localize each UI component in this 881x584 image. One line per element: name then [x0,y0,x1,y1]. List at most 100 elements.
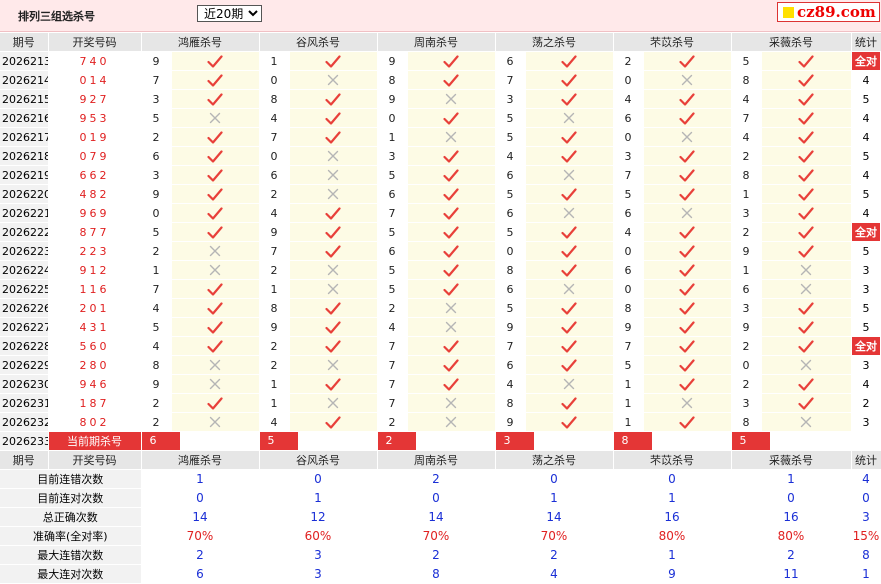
kill-number: 4 [495,146,526,166]
row-stat: 4 [851,108,881,128]
summary-value: 2 [731,545,852,565]
summary-value: 60% [259,526,378,546]
kill-number: 9 [141,51,172,71]
row-draw: 877 [48,222,142,242]
cross-icon [407,317,496,337]
check-icon [289,222,378,242]
cross-icon [171,355,260,375]
summary-value: 2 [377,469,496,489]
summary-value: 70% [141,526,260,546]
check-icon [525,146,614,166]
summary-label: 准确率(全对率) [0,526,142,546]
kill-number: 5 [495,222,526,242]
row-stat: 4 [851,165,881,185]
kill-number: 2 [259,355,290,375]
summary-value: 16 [731,507,852,527]
current-kill-number: 6 [141,431,260,451]
check-icon [643,222,732,242]
check-icon [525,412,614,432]
check-icon [289,412,378,432]
row-stat: 3 [851,355,881,375]
check-icon [643,336,732,356]
row-stat: 全对 [851,222,881,242]
kill-number: 5 [377,165,408,185]
period-select[interactable]: 近20期 [197,5,262,22]
cross-icon [525,374,614,394]
summary-value: 4 [495,564,614,584]
logo-text: cz89.com [797,3,876,21]
cross-icon [171,241,260,261]
summary-col-expert-5: 芣苡杀号 [613,450,732,470]
cross-icon [171,108,260,128]
check-icon [761,298,852,318]
row-draw: 927 [48,89,142,109]
check-icon [407,165,496,185]
site-logo[interactable]: cz89.com [777,2,880,22]
cross-icon [289,184,378,204]
table-row: 2026221 969 0 4 7 6 6 3 4 [0,203,881,223]
summary-stat: 15% [851,526,881,546]
kill-number: 1 [613,412,644,432]
cross-icon [407,89,496,109]
kill-number: 5 [495,108,526,128]
row-stat: 3 [851,260,881,280]
check-icon [643,317,732,337]
check-icon [761,184,852,204]
row-issue: 2026219 [0,165,49,185]
check-icon [761,317,852,337]
row-issue: 2026231 [0,393,49,413]
check-icon [407,241,496,261]
row-draw: 802 [48,412,142,432]
summary-label: 目前连对次数 [0,488,142,508]
summary-row: 目前连对次数 0 1 0 1 1 0 0 [0,488,881,508]
summary-stat: 8 [851,545,881,565]
summary-stat: 1 [851,564,881,584]
cross-icon [407,127,496,147]
check-icon [289,317,378,337]
check-icon [171,393,260,413]
kill-number: 2 [141,241,172,261]
row-draw: 019 [48,127,142,147]
summary-col-expert-6: 采薇杀号 [731,450,852,470]
kill-number: 3 [731,393,762,413]
kill-number: 8 [259,89,290,109]
summary-col-draw: 开奖号码 [48,450,142,470]
row-stat: 全对 [851,336,881,356]
cross-icon [289,260,378,280]
row-stat: 5 [851,241,881,261]
check-icon [407,146,496,166]
kill-number: 6 [495,51,526,71]
summary-col-issue: 期号 [0,450,49,470]
row-draw: 662 [48,165,142,185]
cross-icon [407,298,496,318]
summary-value: 9 [613,564,732,584]
check-icon [761,165,852,185]
cross-icon [761,412,852,432]
check-icon [407,260,496,280]
cross-icon [525,108,614,128]
kill-number: 8 [613,298,644,318]
summary-row: 最大连对次数 6 3 8 4 9 11 1 [0,564,881,584]
kill-number: 5 [495,298,526,318]
row-issue: 2026232 [0,412,49,432]
check-icon [643,89,732,109]
kill-number: 4 [613,222,644,242]
kill-number: 0 [259,146,290,166]
cross-icon [761,355,852,375]
current-kill-number: 5 [731,431,852,451]
kill-number: 4 [259,412,290,432]
check-icon [525,298,614,318]
kill-number: 3 [377,146,408,166]
summary-value: 14 [377,507,496,527]
check-icon [525,89,614,109]
kill-number: 1 [731,184,762,204]
summary-row: 最大连错次数 2 3 2 2 1 2 8 [0,545,881,565]
summary-value: 3 [259,564,378,584]
check-icon [525,317,614,337]
table-row: 2026223 223 2 7 6 0 0 9 5 [0,241,881,261]
row-issue: 2026227 [0,317,49,337]
kill-number: 7 [495,70,526,90]
row-draw: 116 [48,279,142,299]
summary-stat: 3 [851,507,881,527]
table-row: 2026224 912 1 2 5 8 6 1 3 [0,260,881,280]
